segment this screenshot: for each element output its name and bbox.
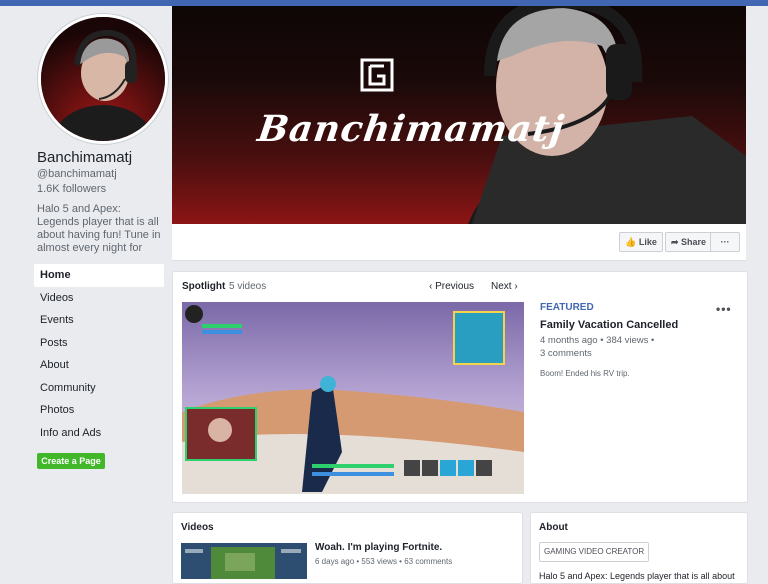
videos-title[interactable]: Videos	[181, 522, 214, 533]
spotlight-video-player[interactable]	[182, 302, 524, 494]
more-options-button[interactable]: ···	[710, 232, 740, 252]
chevron-left-icon: ‹	[429, 281, 433, 292]
like-button[interactable]: 👍 Like	[619, 232, 663, 252]
nav-item-info-and-ads[interactable]: Info and Ads	[34, 422, 164, 445]
featured-description: Boom! Ended his RV trip.	[540, 369, 630, 378]
featured-label: FEATURED	[540, 302, 594, 313]
videos-card: Videos Woah. I'm playing Fortnite. 6 day…	[172, 512, 523, 584]
nav-item-videos[interactable]: Videos	[34, 287, 164, 310]
featured-more-icon[interactable]: •••	[716, 302, 732, 316]
next-button[interactable]: Next ›	[491, 281, 518, 292]
action-bar: 👍 Like ➦ Share ···	[172, 224, 746, 261]
previous-button[interactable]: ‹ Previous	[429, 281, 474, 292]
create-page-button[interactable]: Create a Page	[37, 453, 105, 469]
page-name[interactable]: Banchimamatj	[37, 149, 132, 166]
nav-item-events[interactable]: Events	[34, 309, 164, 332]
nav-item-about[interactable]: About	[34, 354, 164, 377]
nav-item-community[interactable]: Community	[34, 377, 164, 400]
nav-item-photos[interactable]: Photos	[34, 399, 164, 422]
page-bio: Halo 5 and Apex: Legends player that is …	[37, 203, 161, 254]
video-title[interactable]: Woah. I'm playing Fortnite.	[315, 542, 442, 553]
cover-logo-text: Banchimamatj	[255, 108, 568, 150]
spotlight-title: Spotlight	[182, 281, 226, 292]
spotlight-count: 5 videos	[229, 281, 267, 292]
nav-item-posts[interactable]: Posts	[34, 332, 164, 355]
about-title[interactable]: About	[539, 522, 568, 533]
about-card: About GAMING VIDEO CREATOR Halo 5 and Ap…	[530, 512, 748, 584]
g-square-logo-icon	[360, 58, 394, 92]
thumbs-up-icon: 👍	[625, 237, 637, 247]
chevron-right-icon: ›	[514, 281, 518, 292]
profile-avatar[interactable]	[38, 14, 168, 144]
nav-item-home[interactable]: Home	[34, 264, 164, 287]
about-text: Halo 5 and Apex: Legends player that is …	[539, 571, 735, 581]
spotlight-card: Spotlight 5 videos ‹ Previous Next › FEA…	[172, 271, 748, 503]
video-meta: 6 days ago • 553 views • 63 comments	[315, 557, 453, 566]
share-button[interactable]: ➦ Share	[665, 232, 712, 252]
featured-video-title[interactable]: Family Vacation Cancelled	[540, 319, 678, 331]
category-badge[interactable]: GAMING VIDEO CREATOR	[539, 542, 650, 562]
page-nav: Home Videos Events Posts About Community…	[34, 264, 164, 444]
page-handle: @banchimamatj	[37, 168, 117, 180]
share-arrow-icon: ➦	[670, 237, 679, 247]
cover-photo[interactable]: Banchimamatj	[172, 6, 746, 224]
page-followers: 1.6K followers	[37, 183, 107, 195]
featured-video-meta: 4 months ago • 384 views •	[540, 335, 655, 346]
featured-comments-link[interactable]: 3 comments	[540, 348, 592, 359]
video-thumbnail[interactable]	[181, 543, 307, 579]
